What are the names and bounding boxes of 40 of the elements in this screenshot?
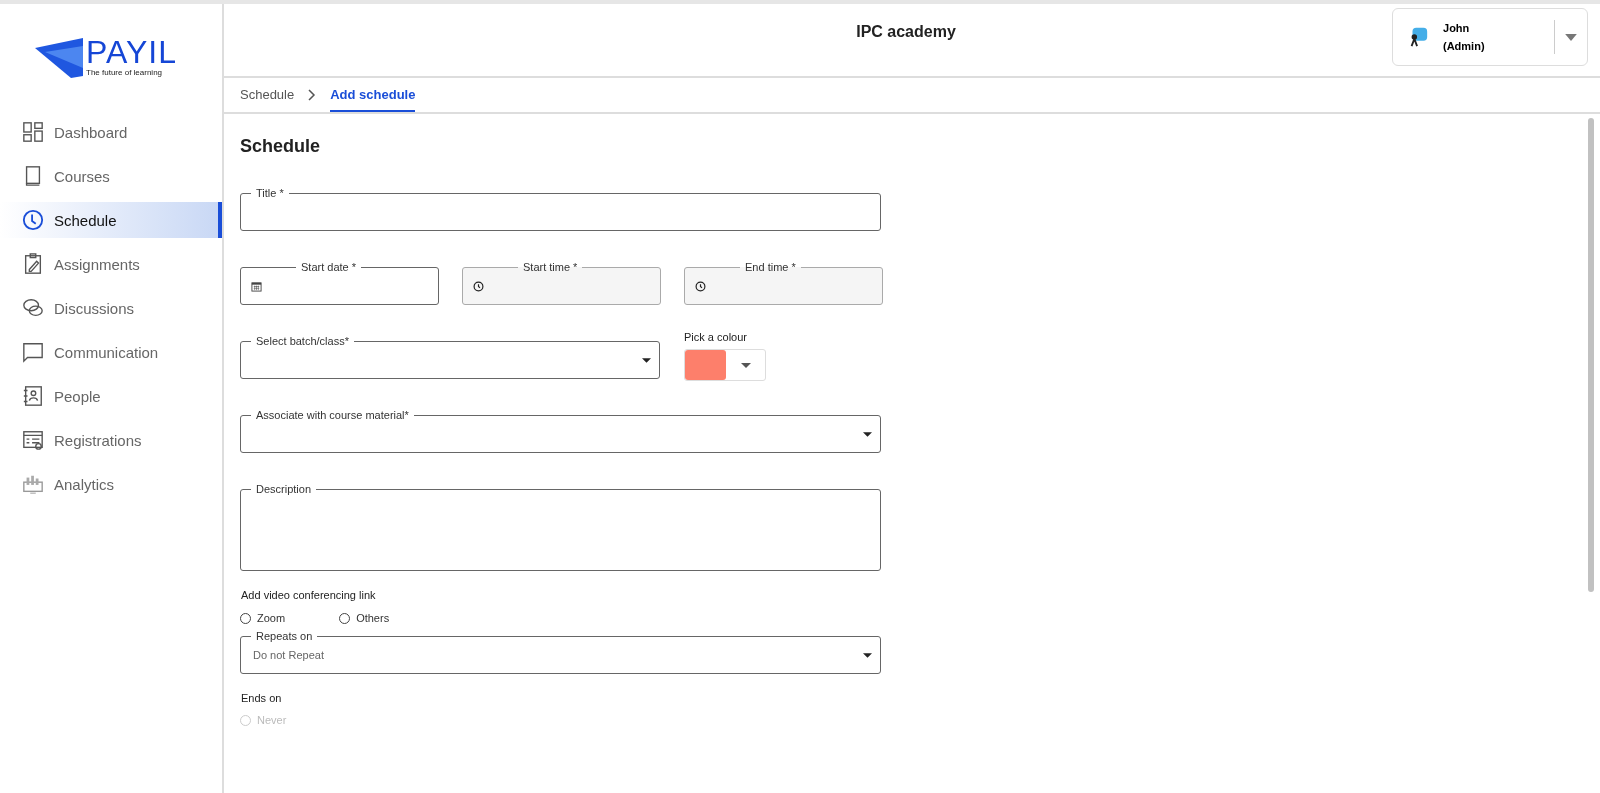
radio-option[interactable]: Zoom (240, 612, 286, 624)
sidebar-item[interactable]: Discussions (0, 290, 222, 326)
clock-icon (22, 209, 44, 231)
caret-icon (741, 362, 751, 368)
sidebar-item[interactable]: Assignments (0, 246, 222, 282)
form-heading: Schedule (240, 136, 322, 157)
dropdown-caret-icon (642, 358, 651, 363)
colour-picker-button[interactable] (684, 349, 766, 381)
chart-screen-icon (22, 473, 44, 495)
chevron-right-icon (308, 89, 317, 101)
calendar-icon (251, 280, 262, 292)
dropdown-caret-icon (863, 653, 872, 658)
caret-icon (1565, 33, 1577, 41)
sidebar-item[interactable]: Courses (0, 158, 222, 194)
clock-icon (473, 280, 484, 292)
organization-title: IPC academy (856, 23, 956, 42)
contact-book-icon (22, 385, 44, 407)
dropdown-caret-icon (863, 432, 872, 437)
sidebar-item[interactable]: Communication (0, 334, 222, 370)
grid-icon (22, 121, 44, 143)
clipboard-pencil-icon (22, 253, 44, 275)
breadcrumb-tab[interactable]: Schedule (240, 78, 295, 112)
sidebar-item[interactable]: Registrations (0, 422, 222, 458)
chat-bubbles-icon (22, 297, 44, 319)
video-link-label: Add video conferencing link (241, 589, 377, 601)
form-list-icon (22, 429, 44, 451)
sidebar-item[interactable]: Dashboard (0, 114, 222, 150)
scrollbar-thumb[interactable] (1588, 118, 1594, 592)
sidebar-item[interactable]: People (0, 378, 222, 414)
ends-on-label: Ends on (241, 692, 283, 704)
clock-icon (695, 280, 706, 292)
user-menu-button[interactable]: John (Admin) (1392, 8, 1588, 66)
message-icon (22, 341, 44, 363)
logo-mark-icon (34, 38, 86, 78)
logo-tagline: The future of learning (86, 68, 164, 77)
breadcrumb-tab[interactable]: Add schedule (330, 78, 416, 112)
colour-label: Pick a colour (684, 331, 748, 343)
sidebar-item[interactable]: Analytics (0, 466, 222, 502)
logo-wordmark: PAYIL (86, 36, 177, 68)
radio-option[interactable]: Others (339, 612, 390, 624)
